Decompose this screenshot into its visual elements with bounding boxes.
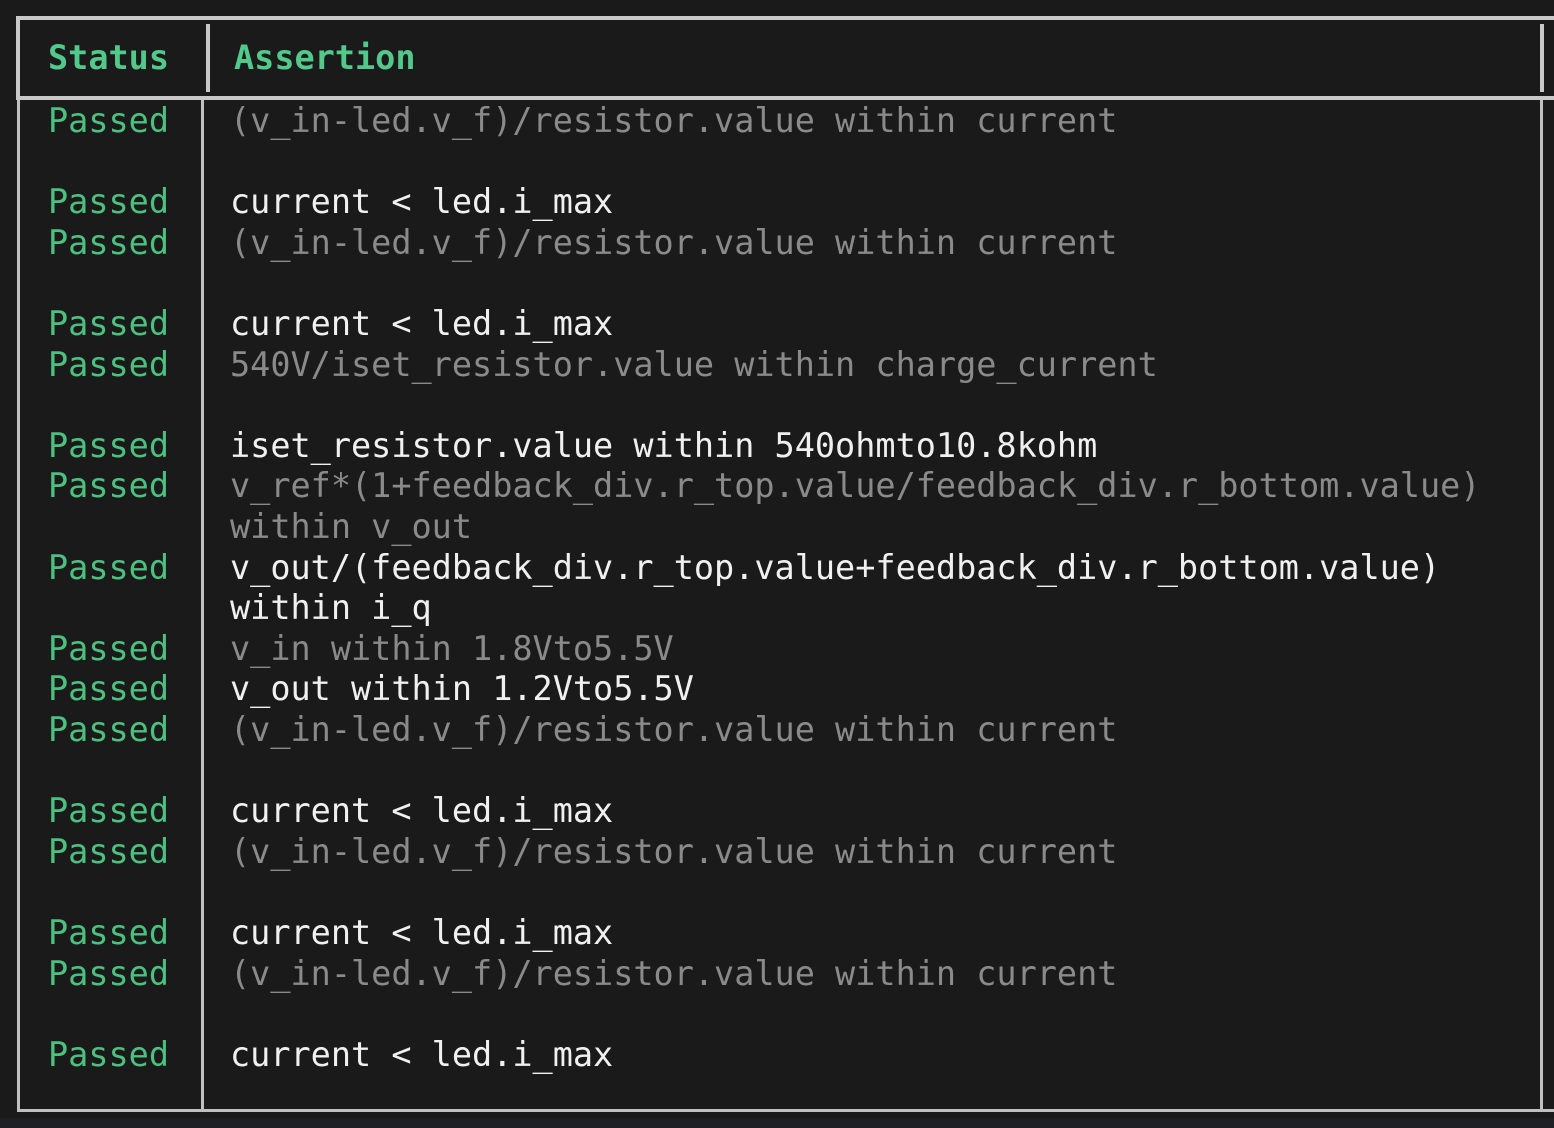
status-badge: Passed xyxy=(48,913,170,952)
assertion-text: v_out/(feedback_div.r_top.value+feedback… xyxy=(230,547,1441,628)
table-body: Passed (v_in-led.v_f)/resistor.value with… xyxy=(17,100,1554,1112)
assertion-text: (v_in-led.v_f)/resistor.value within cur… xyxy=(230,831,1118,871)
status-badge: Passed xyxy=(48,953,170,993)
terminal-bottom-edge xyxy=(0,1118,1554,1128)
assertions-table: Status Assertion Passed (v_in-led.v_f)/re… xyxy=(16,16,1554,1112)
assertion-text: v_out within 1.2Vto5.5V xyxy=(230,669,694,709)
status-badge: Passed xyxy=(48,425,170,465)
assertion-text: current < led.i_max xyxy=(230,913,614,952)
status-badge: Passed xyxy=(48,1034,170,1074)
terminal-window: Status Assertion Passed (v_in-led.v_f)/re… xyxy=(0,0,1554,1128)
status-badge: Passed xyxy=(48,101,170,140)
assertion-text: current < led.i_max xyxy=(230,182,614,222)
assertion-text: v_in within 1.8Vto5.5V xyxy=(230,628,674,668)
assertion-text: (v_in-led.v_f)/resistor.value within cur… xyxy=(230,222,1118,262)
header-cell-assertion: Assertion xyxy=(210,24,1544,92)
assertion-text: (v_in-led.v_f)/resistor.value within cur… xyxy=(230,710,1118,749)
assertion-text: 540V/iset_resistor.value within charge_c… xyxy=(230,344,1158,384)
assertion-text: v_ref*(1+feedback_div.r_top.value/feedba… xyxy=(230,466,1481,546)
status-badge: Passed xyxy=(48,791,170,831)
status-badge: Passed xyxy=(48,628,170,668)
assertion-text: (v_in-led.v_f)/resistor.value within cur… xyxy=(230,101,1118,140)
assertion-text: iset_resistor.value within 540ohmto10.8k… xyxy=(230,425,1098,465)
status-badge: Passed xyxy=(48,182,170,222)
status-badge: Passed xyxy=(48,222,170,262)
status-badge: Passed xyxy=(48,344,170,384)
table-header: Status Assertion xyxy=(16,16,1554,100)
status-badge: Passed xyxy=(48,304,170,343)
assertion-text: current < led.i_max xyxy=(230,304,614,343)
status-badge: Passed xyxy=(48,466,170,506)
column-divider xyxy=(201,100,204,1109)
assertion-text: current < led.i_max xyxy=(230,1034,614,1074)
status-badge: Passed xyxy=(48,547,170,587)
assertion-text: current < led.i_max xyxy=(230,791,614,831)
column-divider-right xyxy=(1540,100,1543,1109)
status-badge: Passed xyxy=(48,710,170,749)
status-badge: Passed xyxy=(48,831,170,871)
header-status-label: Status xyxy=(48,38,170,77)
header-cell-status: Status xyxy=(24,24,210,92)
header-assertion-label: Assertion xyxy=(234,38,416,77)
assertion-text: (v_in-led.v_f)/resistor.value within cur… xyxy=(230,953,1118,993)
status-badge: Passed xyxy=(48,669,170,709)
